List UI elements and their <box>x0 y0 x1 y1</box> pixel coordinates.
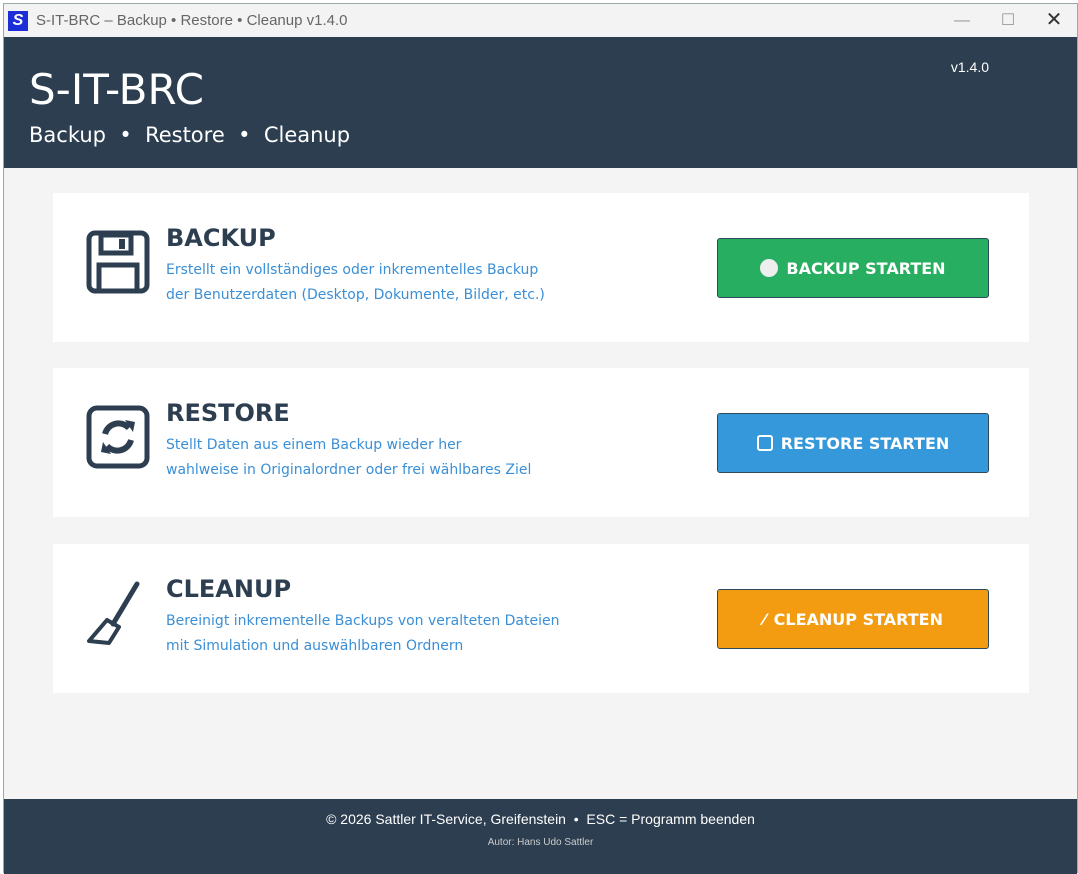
footer-copyright: © 2026 Sattler IT-Service, Greifenstein … <box>326 811 755 827</box>
backup-card: BACKUP Erstellt ein vollständiges oder i… <box>53 193 1029 342</box>
footer-author: Autor: Hans Udo Sattler <box>487 837 594 848</box>
app-icon: S <box>8 10 28 31</box>
backup-start-button[interactable]: BACKUP STARTEN <box>717 238 989 298</box>
window-title: S-IT-BRC – Backup • Restore • Cleanup v1… <box>36 12 348 29</box>
app-header: S-IT-BRC Backup • Restore • Cleanup v1.4… <box>4 37 1077 168</box>
broom-icon <box>87 581 140 645</box>
app-title: S-IT-BRC <box>29 65 204 114</box>
maximize-button[interactable]: ☐ <box>985 4 1031 37</box>
title-bar: S S-IT-BRC – Backup • Restore • Cleanup … <box>4 4 1077 37</box>
app-window: S S-IT-BRC – Backup • Restore • Cleanup … <box>3 3 1078 874</box>
restore-card: RESTORE Stellt Daten aus einem Backup wi… <box>53 368 1029 517</box>
circle-icon <box>760 259 779 277</box>
floppy-disk-icon <box>86 230 150 294</box>
broom-icon: ⁄ <box>762 609 766 629</box>
restore-start-button[interactable]: RESTORE STARTEN <box>717 413 989 473</box>
close-button[interactable]: ✕ <box>1031 4 1077 37</box>
cleanup-description: Bereinigt inkrementelle Backups von vera… <box>166 613 560 654</box>
version-label: v1.4.0 <box>950 59 989 75</box>
restore-icon <box>756 435 773 451</box>
restore-title: RESTORE <box>166 399 290 427</box>
cleanup-title: CLEANUP <box>166 575 292 603</box>
restore-description: Stellt Daten aus einem Backup wieder her… <box>166 437 532 478</box>
cleanup-start-button[interactable]: ⁄ CLEANUP STARTEN <box>717 589 989 649</box>
footer: © 2026 Sattler IT-Service, Greifenstein … <box>4 799 1077 874</box>
app-subtitle: Backup • Restore • Cleanup <box>29 123 351 147</box>
backup-description: Erstellt ein vollständiges oder inkremen… <box>166 262 545 303</box>
backup-title: BACKUP <box>166 224 276 252</box>
sync-icon <box>86 405 150 469</box>
cleanup-card: CLEANUP Bereinigt inkrementelle Backups … <box>53 544 1029 693</box>
minimize-button[interactable]: — <box>939 4 985 37</box>
